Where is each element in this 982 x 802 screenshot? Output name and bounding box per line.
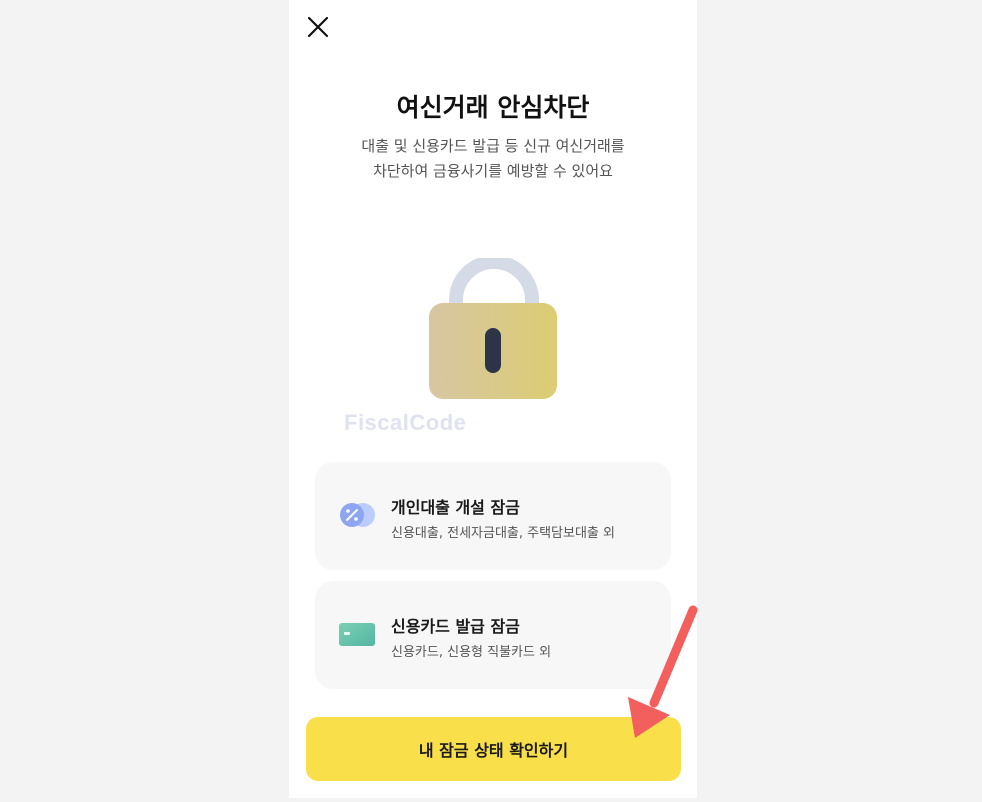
check-lock-status-button[interactable]: 내 잠금 상태 확인하기 <box>306 717 681 781</box>
credit-card-lock-title: 신용카드 발급 잠금 <box>391 617 520 636</box>
page-title: 여신거래 안심차단 <box>396 93 590 122</box>
padlock-icon <box>429 258 557 399</box>
credit-card-lock-desc: 신용카드, 신용형 직불카드 외 <box>391 645 552 660</box>
credit-card-lock-card[interactable]: 신용카드 발급 잠금 신용카드, 신용형 직불카드 외 <box>315 581 671 689</box>
loan-lock-title: 개인대출 개설 잠금 <box>391 498 520 517</box>
app-screen: 여신거래 안심차단 대출 및 신용카드 발급 등 신규 여신거래를 차단하여 금… <box>289 0 697 798</box>
loan-lock-desc: 신용대출, 전세자금대출, 주택담보대출 외 <box>391 526 615 541</box>
subtitle-line-2: 차단하여 금융사기를 예방할 수 있어요 <box>373 162 613 180</box>
credit-card-icon <box>339 623 375 646</box>
close-button[interactable] <box>306 15 330 39</box>
close-icon <box>307 16 329 38</box>
loan-lock-card[interactable]: 개인대출 개설 잠금 신용대출, 전세자금대출, 주택담보대출 외 <box>315 462 671 570</box>
watermark: FiscalCode <box>344 410 467 435</box>
page-subtitle: 대출 및 신용카드 발급 등 신규 여신거래를 차단하여 금융사기를 예방할 수… <box>289 134 697 184</box>
percent-coin-icon <box>340 503 375 527</box>
subtitle-line-1: 대출 및 신용카드 발급 등 신규 여신거래를 <box>361 137 625 155</box>
